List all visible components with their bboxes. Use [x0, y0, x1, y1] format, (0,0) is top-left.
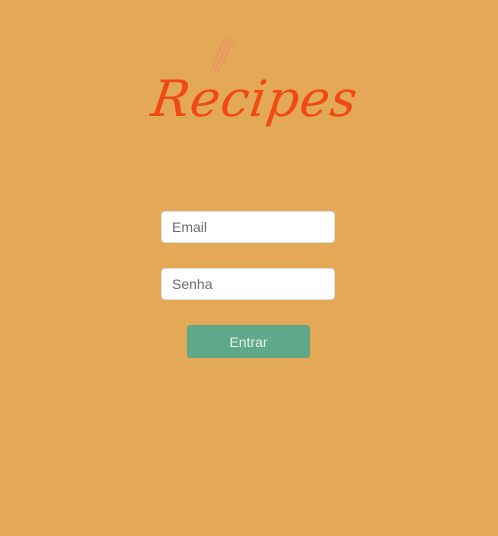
email-input[interactable] — [161, 211, 335, 243]
logo-text: Recipes — [147, 70, 362, 128]
login-button[interactable]: Entrar — [187, 325, 310, 358]
email-field[interactable]: Email — [161, 211, 335, 243]
password-input[interactable] — [161, 268, 335, 300]
recipes-logo: Recipes — [147, 36, 362, 146]
password-field[interactable]: Senha — [161, 268, 335, 300]
